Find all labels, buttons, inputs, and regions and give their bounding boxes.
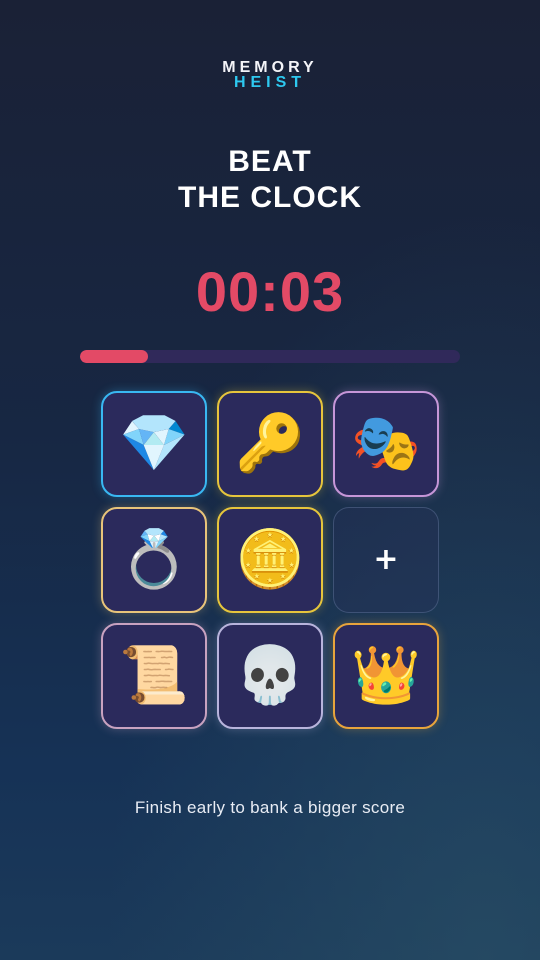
tile-empty-slot[interactable]: + — [333, 507, 439, 613]
tile-coin[interactable]: 🪙 — [217, 507, 323, 613]
scroll-icon: 📜 — [119, 643, 189, 708]
tile-skull[interactable]: 💀 — [217, 623, 323, 729]
tile-diamond[interactable]: 💎 — [101, 391, 207, 497]
hint-text: Finish early to bank a bigger score — [134, 798, 406, 817]
time-progress-fill — [80, 350, 149, 363]
ring-icon: 💍 — [119, 527, 189, 592]
game-logo: MEMORY HEIST — [0, 59, 540, 91]
countdown-timer: 00:03 — [195, 260, 345, 323]
title-line-1: BEAT — [228, 145, 312, 178]
plus-icon: + — [373, 542, 399, 577]
diamond-icon: 💎 — [119, 411, 189, 476]
title-line-2: THE CLOCK — [178, 181, 362, 214]
tile-scroll[interactable]: 📜 — [101, 623, 207, 729]
skull-icon: 💀 — [235, 643, 305, 708]
time-progress-bar — [80, 350, 460, 363]
page-title: BEAT THE CLOCK — [0, 144, 540, 216]
logo-line-heist: HEIST — [233, 74, 307, 91]
tile-key[interactable]: 🔑 — [217, 391, 323, 497]
coin-icon: 🪙 — [235, 527, 305, 592]
tile-crown[interactable]: 👑 — [333, 623, 439, 729]
tile-ring[interactable]: 💍 — [101, 507, 207, 613]
theater-masks-icon: 🎭 — [351, 411, 421, 476]
key-icon: 🔑 — [235, 411, 305, 476]
tile-theater-masks[interactable]: 🎭 — [333, 391, 439, 497]
logo-line-memory: MEMORY — [222, 59, 318, 76]
memory-grid: 💎 🔑 🎭 💍 🪙 + 📜 💀 👑 — [101, 391, 439, 729]
crown-icon: 👑 — [351, 643, 421, 708]
